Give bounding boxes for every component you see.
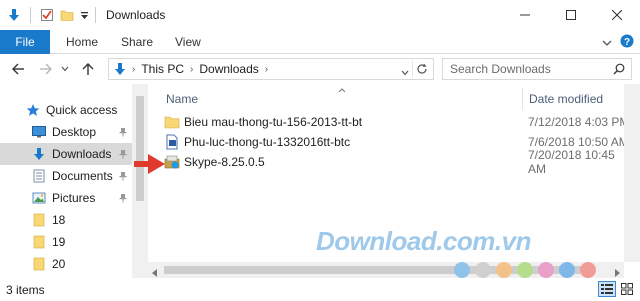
horizontal-scrollbar[interactable] bbox=[148, 262, 624, 278]
folder-icon bbox=[32, 235, 46, 249]
divider bbox=[30, 7, 31, 23]
file-list: Name Date modified Bieu mau-thong-tu-156… bbox=[134, 82, 640, 278]
address-row: › This PC › Downloads › bbox=[0, 54, 640, 84]
file-date: 7/20/2018 10:45 AM bbox=[528, 148, 615, 176]
refresh-icon[interactable] bbox=[412, 61, 430, 77]
file-date: 7/12/2018 4:03 PM bbox=[528, 115, 630, 129]
sidebar-item-downloads[interactable]: Downloads bbox=[0, 143, 132, 165]
sidebar-item-label: 18 bbox=[52, 213, 66, 227]
file-name: Bieu mau-thong-tu-156-2013-tt-bt bbox=[184, 115, 363, 129]
sidebar-item-label: 20 bbox=[52, 257, 66, 271]
chevron-right-icon[interactable]: › bbox=[265, 64, 268, 75]
column-header-name[interactable]: Name bbox=[166, 88, 198, 110]
chevron-right-icon[interactable]: › bbox=[190, 64, 193, 75]
window-title: Downloads bbox=[106, 8, 166, 22]
installer-icon bbox=[164, 154, 180, 170]
sidebar-item-documents[interactable]: Documents bbox=[0, 165, 132, 187]
file-row[interactable]: Bieu mau-thong-tu-156-2013-tt-bt 7/12/20… bbox=[164, 111, 634, 133]
address-bar[interactable]: › This PC › Downloads › bbox=[108, 58, 434, 80]
sidebar-item-label: Documents bbox=[52, 169, 113, 183]
download-arrow-icon bbox=[32, 147, 46, 161]
tab-file[interactable]: File bbox=[0, 30, 50, 54]
folder-icon bbox=[32, 257, 46, 271]
details-view-button[interactable] bbox=[598, 281, 616, 297]
documents-icon bbox=[32, 169, 46, 183]
file-name: Skype-8.25.0.5 bbox=[184, 155, 265, 169]
file-date: 7/6/2018 10:50 AM bbox=[528, 135, 629, 149]
breadcrumb-downloads[interactable]: Downloads bbox=[199, 62, 258, 76]
forward-button[interactable] bbox=[36, 59, 56, 79]
ribbon: File Home Share View ? bbox=[0, 30, 640, 54]
nav-scrollbar[interactable] bbox=[132, 84, 148, 278]
pictures-icon bbox=[32, 191, 46, 205]
help-icon[interactable]: ? bbox=[620, 34, 634, 51]
file-row[interactable]: Skype-8.25.0.5 7/20/2018 10:45 AM bbox=[164, 148, 634, 176]
expand-ribbon-icon[interactable] bbox=[602, 36, 612, 50]
sidebar-item-folder-20[interactable]: 20 bbox=[0, 253, 132, 275]
folder-icon bbox=[32, 213, 46, 227]
large-icons-view-button[interactable] bbox=[618, 281, 636, 297]
pin-icon bbox=[118, 192, 128, 206]
status-bar: 3 items bbox=[0, 278, 640, 301]
column-header-date[interactable]: Date modified bbox=[529, 88, 603, 110]
column-divider[interactable] bbox=[522, 88, 523, 110]
tab-home[interactable]: Home bbox=[66, 30, 98, 54]
scroll-thumb[interactable] bbox=[136, 96, 144, 201]
search-box[interactable] bbox=[442, 58, 632, 80]
divider bbox=[95, 7, 96, 23]
pin-icon bbox=[118, 148, 128, 162]
download-arrow-icon bbox=[114, 62, 126, 76]
breadcrumb-this-pc[interactable]: This PC bbox=[141, 62, 184, 76]
title-bar: Downloads bbox=[0, 0, 640, 30]
download-arrow-icon[interactable] bbox=[4, 5, 24, 25]
close-button[interactable] bbox=[594, 0, 640, 30]
sidebar-item-label: Desktop bbox=[52, 125, 97, 139]
chevron-down-icon[interactable] bbox=[401, 65, 409, 79]
desktop-icon bbox=[32, 126, 46, 138]
document-icon bbox=[164, 134, 180, 150]
pin-icon bbox=[118, 170, 128, 184]
search-input[interactable] bbox=[450, 62, 600, 76]
sort-ascending-icon bbox=[338, 82, 346, 96]
pin-icon bbox=[118, 126, 128, 140]
customize-quick-access-icon[interactable] bbox=[77, 5, 91, 25]
properties-icon[interactable] bbox=[37, 5, 57, 25]
sidebar-item-label: Downloads bbox=[52, 147, 112, 161]
sidebar-item-quick-access[interactable]: Quick access bbox=[0, 99, 132, 121]
file-name: Phu-luc-thong-tu-1332016tt-btc bbox=[184, 135, 351, 149]
navigation-pane: Quick access Desktop Downloads Documents bbox=[0, 84, 148, 278]
scroll-thumb[interactable] bbox=[164, 266, 594, 274]
sidebar-item-label: Quick access bbox=[46, 103, 118, 117]
sidebar-item-label: 19 bbox=[52, 235, 66, 249]
folder-icon bbox=[164, 115, 180, 129]
new-folder-icon[interactable] bbox=[57, 5, 77, 25]
minimize-button[interactable] bbox=[502, 0, 548, 30]
vertical-scrollbar[interactable] bbox=[624, 84, 640, 262]
back-button[interactable] bbox=[8, 59, 28, 79]
up-button[interactable] bbox=[78, 59, 98, 79]
svg-text:?: ? bbox=[624, 37, 630, 48]
sidebar-item-folder-18[interactable]: 18 bbox=[0, 209, 132, 231]
star-icon bbox=[26, 103, 40, 117]
tab-share[interactable]: Share bbox=[121, 30, 153, 54]
red-arrow-icon bbox=[134, 153, 166, 178]
sidebar-item-pictures[interactable]: Pictures bbox=[0, 187, 132, 209]
sidebar-item-desktop[interactable]: Desktop bbox=[0, 121, 132, 143]
recent-locations-button[interactable] bbox=[58, 59, 72, 79]
chevron-right-icon[interactable]: › bbox=[132, 64, 135, 75]
sidebar-item-folder-19[interactable]: 19 bbox=[0, 231, 132, 253]
sidebar-item-label: Pictures bbox=[52, 191, 96, 205]
maximize-button[interactable] bbox=[548, 0, 594, 30]
tab-view[interactable]: View bbox=[175, 30, 201, 54]
item-count: 3 items bbox=[6, 282, 45, 297]
search-icon[interactable] bbox=[613, 63, 625, 75]
